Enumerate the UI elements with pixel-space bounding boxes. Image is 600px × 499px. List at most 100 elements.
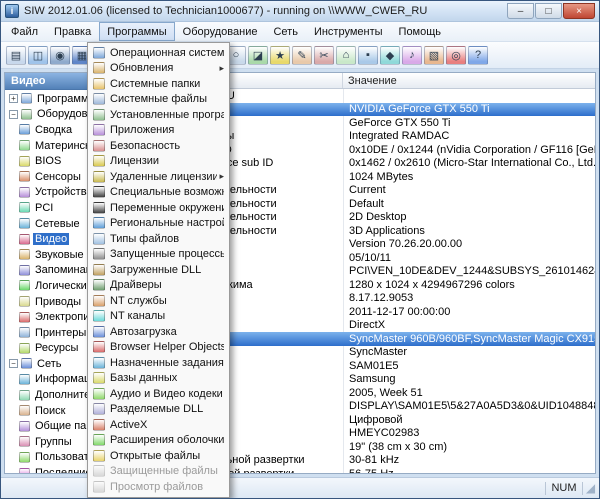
submenu-arrow-icon: ▸: [219, 63, 224, 74]
menu-item[interactable]: Запущенные процессы: [90, 247, 227, 263]
menu-item-label: Переменные окружения: [110, 202, 224, 214]
menubar-item-4[interactable]: Оборудование: [175, 22, 266, 41]
menu-item-label: Типы файлов: [110, 233, 224, 245]
menu-item[interactable]: ActiveX: [90, 417, 227, 433]
devices-icon[interactable]: ▪: [358, 46, 378, 65]
tree-item-icon: [19, 234, 30, 245]
menu-item[interactable]: Базы данных: [90, 371, 227, 387]
chart-icon[interactable]: ◪: [248, 46, 268, 65]
shares-icon[interactable]: ▧: [424, 46, 444, 65]
menubar-item-7[interactable]: Помощь: [391, 22, 450, 41]
menu-item-label: Приложения: [110, 124, 224, 136]
tree-item-icon: [21, 93, 32, 104]
tree-item-icon: [19, 280, 30, 291]
menu-item[interactable]: Удаленные лицензии▸: [90, 169, 227, 185]
menu-item[interactable]: Разделяемые DLL: [90, 402, 227, 418]
row-value-cell: 2005, Week 51: [343, 386, 595, 400]
tree-item-label: Устройства: [33, 186, 95, 198]
environment-icon: [93, 202, 105, 214]
menu-item[interactable]: Аудио и Видео кодеки: [90, 386, 227, 402]
menubar-item-6[interactable]: Инструменты: [306, 22, 391, 41]
tree-item-icon: [19, 436, 30, 447]
close-button[interactable]: ×: [563, 3, 595, 19]
resize-grip[interactable]: ◢: [583, 481, 598, 496]
menu-item-label: Безопасность: [110, 140, 224, 152]
snapshot-icon[interactable]: ◉: [50, 46, 70, 65]
menu-item[interactable]: Browser Helper Objects: [90, 340, 227, 356]
monitors-icon[interactable]: ◫: [28, 46, 48, 65]
row-value-cell: 8.17.12.9053: [343, 292, 595, 306]
menu-item[interactable]: Системные папки: [90, 76, 227, 92]
menu-item[interactable]: Открытые файлы: [90, 448, 227, 464]
column-header-value[interactable]: Значение: [343, 73, 595, 88]
menu-item-label: Удаленные лицензии: [110, 171, 217, 183]
row-value-cell: DISPLAY\SAM01E5\5&27A0A5D3&0&UID1048848: [343, 400, 595, 414]
menubar-item-2[interactable]: Правка: [46, 22, 99, 41]
open-files-icon: [93, 450, 105, 462]
submenu-arrow-icon: ▸: [219, 171, 224, 182]
menu-item[interactable]: Безопасность: [90, 138, 227, 154]
row-value-cell: 0x10DE / 0x1244 (nVidia Corporation / GF…: [343, 143, 595, 157]
row-value-cell: Current: [343, 184, 595, 198]
collapse-icon[interactable]: −: [9, 359, 18, 368]
menu-item[interactable]: Обновления▸: [90, 61, 227, 77]
menu-item-label: NT каналы: [110, 310, 224, 322]
row-value-cell: HMEYC02983: [343, 427, 595, 441]
tree-item-label: Ресурсы: [33, 342, 80, 354]
activex-icon: [93, 419, 105, 431]
tree-item-icon: [19, 296, 30, 307]
expand-icon[interactable]: +: [9, 94, 18, 103]
nt-pipes-icon: [93, 310, 105, 322]
menu-item-label: Разделяемые DLL: [110, 403, 224, 415]
menubar-item-3[interactable]: Программы: [99, 22, 174, 41]
menu-item[interactable]: Региональные настройки: [90, 216, 227, 232]
scheduled-tasks-icon: [93, 357, 105, 369]
window-title: SIW 2012.01.06 (licensed to Technician10…: [24, 5, 506, 17]
menu-item[interactable]: Приложения: [90, 123, 227, 139]
cut-icon[interactable]: ✂: [314, 46, 334, 65]
tree-item-icon: [19, 140, 30, 151]
remote-licenses-icon: [93, 171, 105, 183]
menu-item[interactable]: Лицензии: [90, 154, 227, 170]
menu-item[interactable]: Драйверы: [90, 278, 227, 294]
window-controls: – □ ×: [506, 3, 595, 19]
menu-item-label: Системные файлы: [110, 93, 224, 105]
updates-icon: [93, 62, 105, 74]
tree-item-icon: [19, 312, 30, 323]
menu-item[interactable]: Загруженные DLL: [90, 262, 227, 278]
tree-item-icon: [19, 156, 30, 167]
minimize-button[interactable]: –: [507, 3, 534, 19]
row-value-cell: GeForce GTX 550 Ti: [343, 116, 595, 130]
menu-item[interactable]: Операционная система: [90, 45, 227, 61]
menu-item[interactable]: NT службы: [90, 293, 227, 309]
help-icon[interactable]: ?: [468, 46, 488, 65]
usb-icon[interactable]: ◆: [380, 46, 400, 65]
titlebar[interactable]: i SIW 2012.01.06 (licensed to Technician…: [1, 1, 599, 22]
copy-icon[interactable]: ▤: [6, 46, 26, 65]
maximize-button[interactable]: □: [535, 3, 562, 19]
menu-item[interactable]: Системные файлы: [90, 92, 227, 108]
menu-item[interactable]: Установленные программы: [90, 107, 227, 123]
tree-item-label: Сводка: [33, 124, 74, 136]
power-icon[interactable]: ◎: [446, 46, 466, 65]
collapse-icon[interactable]: −: [9, 110, 18, 119]
tree-item-label: Поиск: [33, 405, 67, 417]
menu-item[interactable]: NT каналы: [90, 309, 227, 325]
system-files-icon: [93, 93, 105, 105]
edit-icon[interactable]: ✎: [292, 46, 312, 65]
menubar-item-5[interactable]: Сеть: [265, 22, 305, 41]
menu-item[interactable]: Расширения оболочки: [90, 433, 227, 449]
menu-item[interactable]: Типы файлов: [90, 231, 227, 247]
menu-item[interactable]: Назначенные задания: [90, 355, 227, 371]
menu-item[interactable]: Специальные возможности: [90, 185, 227, 201]
menubar-item-1[interactable]: Файл: [3, 22, 46, 41]
home-icon[interactable]: ⌂: [336, 46, 356, 65]
media-icon[interactable]: ♪: [402, 46, 422, 65]
menu-item[interactable]: Автозагрузка: [90, 324, 227, 340]
row-value-cell: Цифровой: [343, 413, 595, 427]
key-icon[interactable]: ★: [270, 46, 290, 65]
menu-item-label: Защищенные файлы: [110, 465, 224, 477]
siw-window: i SIW 2012.01.06 (licensed to Technician…: [0, 0, 600, 499]
row-value-cell: Version 70.26.20.00.00: [343, 238, 595, 252]
menu-item[interactable]: Переменные окружения: [90, 200, 227, 216]
